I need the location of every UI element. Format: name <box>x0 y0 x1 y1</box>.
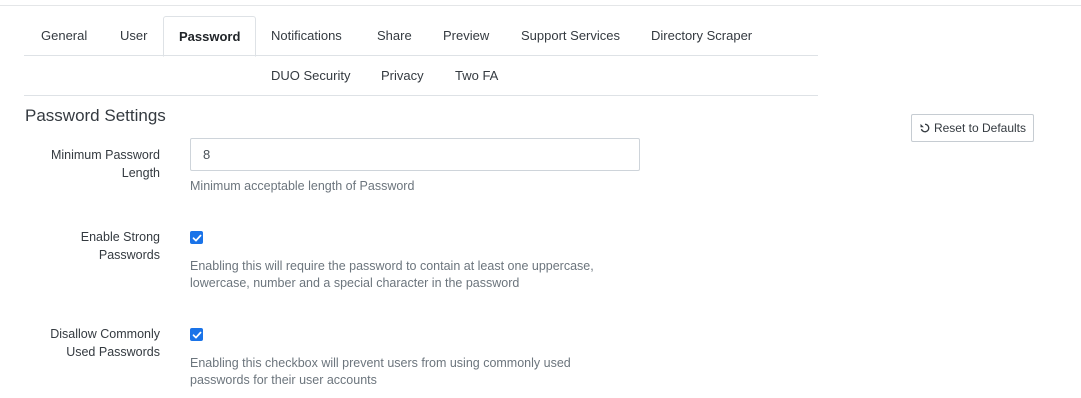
tab-duo-security[interactable]: DUO Security <box>271 56 350 96</box>
common-label-line1: Disallow Commonly <box>50 327 160 341</box>
reset-label: Reset to Defaults <box>933 121 1027 135</box>
checkmark-icon <box>192 234 201 241</box>
strong-help-line2: lowercase, number and a special characte… <box>190 276 520 290</box>
tab-two-fa[interactable]: Two FA <box>455 56 498 96</box>
common-label-line2: Used Passwords <box>66 345 160 359</box>
common-help-line1: Enabling this checkbox will prevent user… <box>190 356 571 370</box>
common-password-help: Enabling this checkbox will prevent user… <box>190 355 620 389</box>
min-length-label: Minimum Password Length <box>30 146 160 182</box>
tab-support-services[interactable]: Support Services <box>521 16 620 56</box>
top-divider <box>0 5 1081 6</box>
min-length-input[interactable] <box>190 138 640 171</box>
min-length-help: Minimum acceptable length of Password <box>190 179 415 193</box>
checkmark-icon <box>192 331 201 338</box>
min-length-label-line2: Length <box>121 166 160 180</box>
tab-share[interactable]: Share <box>377 16 412 56</box>
tab-privacy[interactable]: Privacy <box>381 56 424 96</box>
tab-password[interactable]: Password <box>163 16 257 57</box>
common-password-label: Disallow Commonly Used Passwords <box>30 325 160 361</box>
strong-password-label: Enable Strong Passwords <box>30 228 160 264</box>
strong-password-help: Enabling this will require the password … <box>190 258 620 292</box>
min-length-label-line1: Minimum Password <box>50 148 160 162</box>
tab-notifications[interactable]: Notifications <box>271 16 342 56</box>
section-title: Password Settings <box>25 106 166 125</box>
strong-label-line1: Enable Strong <box>80 230 160 244</box>
undo-icon <box>920 123 930 133</box>
strong-label-line2: Passwords <box>98 248 160 262</box>
common-help-line2: passwords for their user accounts <box>190 373 377 387</box>
tab-general[interactable]: General <box>41 16 87 56</box>
tab-user[interactable]: User <box>120 16 147 56</box>
reset-to-defaults-button[interactable]: Reset to Defaults <box>911 114 1034 142</box>
settings-page: General User Password Notifications Shar… <box>0 0 1081 398</box>
settings-tabs: General User Password Notifications Shar… <box>24 16 818 96</box>
strong-password-checkbox[interactable] <box>190 231 203 244</box>
tab-directory-scraper[interactable]: Directory Scraper <box>651 16 752 56</box>
common-password-checkbox[interactable] <box>190 328 203 341</box>
tab-preview[interactable]: Preview <box>443 16 489 56</box>
strong-help-line1: Enabling this will require the password … <box>190 259 594 273</box>
